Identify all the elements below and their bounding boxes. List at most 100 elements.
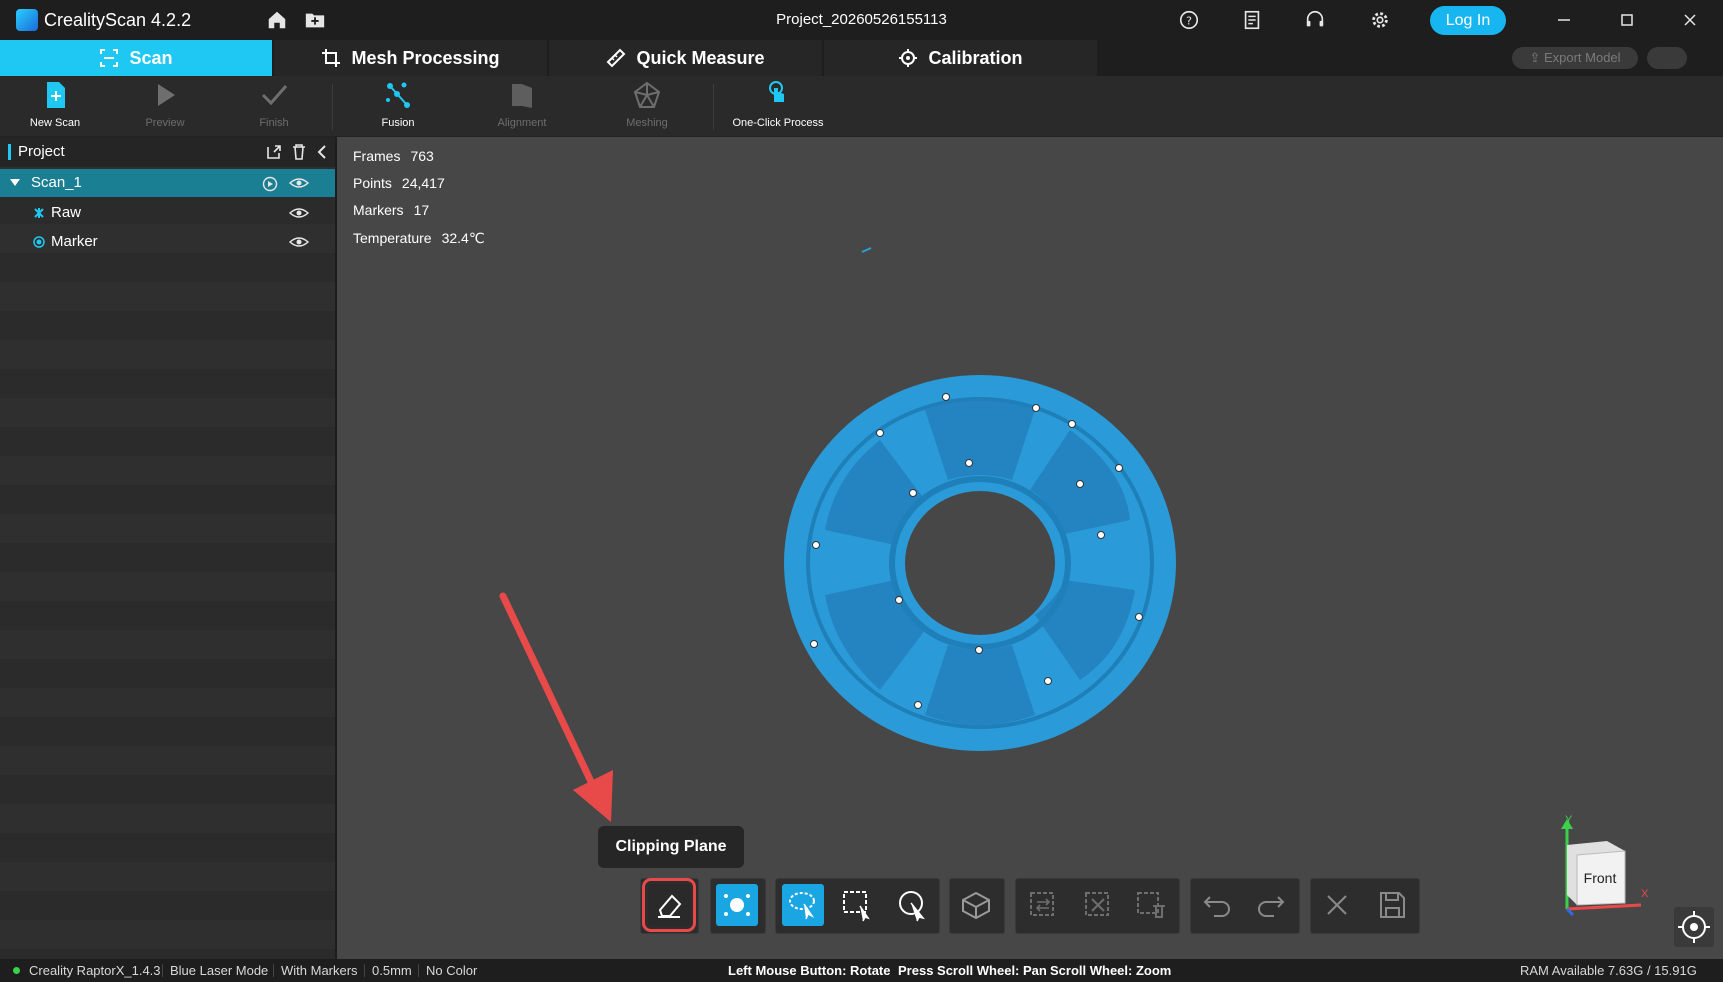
redo-button[interactable]: [1250, 884, 1292, 926]
collapse-panel-icon[interactable]: [313, 143, 331, 161]
new-scan-label: New Scan: [29, 117, 81, 129]
notes-icon[interactable]: [1241, 9, 1263, 31]
x-axis-label: X: [1641, 888, 1649, 900]
undo-icon: [1203, 896, 1230, 917]
tree-item-scan-1[interactable]: Scan_1: [0, 169, 335, 197]
temperature-label: Temperature: [353, 230, 432, 246]
status-divider: [364, 964, 365, 977]
app-logo: [16, 9, 38, 31]
crop-icon: [322, 49, 341, 67]
tree-item-label: Raw: [51, 204, 82, 221]
frames-value: 763: [410, 148, 434, 164]
y-axis-label: Y: [1565, 815, 1573, 826]
resolution: 0.5mm: [372, 963, 412, 978]
view-cube-face-label: Front: [1584, 870, 1617, 886]
invert-selection-icon: [1030, 892, 1054, 916]
eye-icon[interactable]: [289, 234, 309, 250]
preview-label: Preview: [145, 117, 185, 129]
login-button[interactable]: Log In: [1430, 6, 1506, 35]
scan-frame-icon: [100, 49, 119, 67]
toolbar-divider: [713, 84, 714, 130]
scanned-spool-model[interactable]: [780, 370, 1180, 760]
lasso-select-icon: [789, 892, 815, 920]
project-header: Project: [0, 137, 335, 167]
accent-bar: [8, 144, 11, 160]
export-icon[interactable]: [265, 143, 283, 161]
new-scan-button[interactable]: New Scan: [5, 80, 105, 132]
status-divider: [273, 964, 274, 977]
color-mode: No Color: [426, 963, 478, 978]
headset-icon[interactable]: [1304, 9, 1326, 31]
app-title: CrealityScan 4.2.2: [44, 10, 192, 30]
hint-pan: Press Scroll Wheel: Pan: [898, 963, 1047, 978]
save-button[interactable]: [1371, 884, 1413, 926]
share-button[interactable]: [1647, 47, 1687, 69]
export-model-button[interactable]: ⇪ Export Model: [1512, 47, 1638, 69]
meshing-button[interactable]: Meshing: [597, 80, 697, 132]
target-icon: [899, 49, 918, 67]
preview-button[interactable]: Preview: [115, 80, 215, 132]
play-circle-icon[interactable]: [262, 176, 278, 192]
close-icon[interactable]: [1678, 8, 1702, 32]
tab-calibration[interactable]: Calibration: [824, 40, 1097, 76]
status-divider: [162, 964, 163, 977]
clear-select-button[interactable]: [1077, 884, 1119, 926]
lasso-select-button[interactable]: [782, 884, 824, 926]
point-cloud-icon: [34, 208, 44, 218]
alignment-button[interactable]: Alignment: [472, 80, 572, 132]
invert-select-button[interactable]: [1022, 884, 1064, 926]
temperature-stat: Temperature 32.4℃: [353, 230, 485, 247]
new-scan-icon: [47, 82, 65, 108]
brush-select-button[interactable]: [891, 884, 933, 926]
finish-button[interactable]: Finish: [224, 80, 324, 132]
eye-icon[interactable]: [289, 175, 309, 191]
cancel-button[interactable]: [1316, 884, 1358, 926]
clipping-plane-button[interactable]: [642, 878, 696, 932]
plane-select-button[interactable]: [955, 884, 997, 926]
tab-scan[interactable]: Scan: [0, 40, 272, 76]
home-icon[interactable]: [266, 9, 288, 31]
fusion-button[interactable]: Fusion: [348, 80, 448, 132]
tab-label: Scan: [129, 47, 173, 68]
scan-mode: Blue Laser Mode: [170, 963, 269, 978]
ruler-icon: [607, 48, 626, 68]
tap-hand-icon: [769, 81, 784, 102]
status-divider: [418, 964, 419, 977]
markers-value: 17: [413, 202, 430, 218]
alignment-label: Alignment: [497, 117, 547, 129]
settings-gear-icon[interactable]: [1369, 9, 1391, 31]
points-stat: Points 24,417: [353, 175, 445, 191]
tree-item-raw[interactable]: Raw: [0, 199, 335, 227]
view-cube[interactable]: Front Y X: [1555, 815, 1650, 920]
points-label: Points: [353, 175, 392, 191]
one-click-process-button[interactable]: One-Click Process: [728, 80, 828, 132]
point-display-button[interactable]: [716, 884, 758, 926]
tree-item-marker[interactable]: Marker: [0, 228, 335, 256]
play-icon: [158, 84, 175, 106]
tab-quick-measure[interactable]: Quick Measure: [549, 40, 822, 76]
tab-label: Mesh Processing: [351, 47, 500, 68]
undo-button[interactable]: [1196, 884, 1238, 926]
checkmark-icon: [261, 85, 288, 106]
meshing-label: Meshing: [626, 117, 668, 129]
save-icon: [1380, 892, 1405, 918]
rect-select-button[interactable]: [836, 884, 878, 926]
brush-select-icon: [899, 891, 925, 922]
project-panel: [0, 137, 337, 959]
marker-dot-icon: [33, 236, 45, 248]
svg-text:?: ?: [1186, 15, 1192, 28]
folder-icon[interactable]: [304, 9, 326, 31]
trash-icon[interactable]: [290, 143, 308, 161]
clear-selection-icon: [1085, 892, 1109, 916]
expand-arrow-icon[interactable]: [9, 178, 21, 188]
tab-mesh-processing[interactable]: Mesh Processing: [274, 40, 547, 76]
delete-selected-button[interactable]: [1131, 884, 1173, 926]
status-bar: Creality RaptorX_1.4.3 Blue Laser Mode W…: [0, 959, 1723, 982]
minimize-icon[interactable]: [1552, 8, 1576, 32]
eye-icon[interactable]: [289, 205, 309, 221]
frames-label: Frames: [353, 148, 401, 164]
help-icon[interactable]: ?: [1178, 9, 1200, 31]
reset-view-icon[interactable]: [1674, 907, 1714, 947]
maximize-icon[interactable]: [1615, 8, 1639, 32]
delete-selection-icon: [1137, 892, 1165, 918]
